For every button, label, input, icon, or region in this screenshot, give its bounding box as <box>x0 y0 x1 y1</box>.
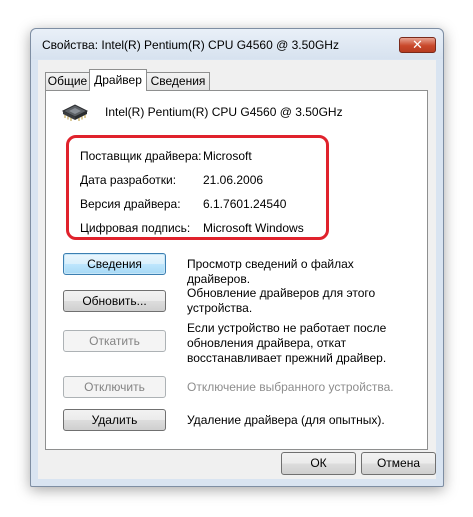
cpu-chip-icon <box>61 104 89 121</box>
close-button[interactable]: ✕ <box>399 37 436 53</box>
title-bar[interactable]: Свойства: Intel(R) Pentium(R) CPU G4560 … <box>31 29 443 59</box>
update-driver-button[interactable]: Обновить... <box>63 290 166 312</box>
properties-dialog: Свойства: Intel(R) Pentium(R) CPU G4560 … <box>30 28 444 487</box>
device-name: Intel(R) Pentium(R) CPU G4560 @ 3.50GHz <box>105 105 343 119</box>
driver-tab-panel: Intel(R) Pentium(R) CPU G4560 @ 3.50GHz … <box>45 90 428 450</box>
window-title: Свойства: Intel(R) Pentium(R) CPU G4560 … <box>42 38 339 52</box>
tab-driver[interactable]: Драйвер <box>89 69 147 91</box>
ok-button[interactable]: ОК <box>281 452 356 475</box>
uninstall-description: Удаление драйвера (для опытных). <box>187 413 385 427</box>
highlight-annotation <box>66 135 329 240</box>
disable-description: Отключение выбранного устройства. <box>187 380 394 394</box>
disable-button[interactable]: Отключить <box>63 376 166 398</box>
uninstall-button[interactable]: Удалить <box>63 409 166 431</box>
tab-details[interactable]: Сведения <box>146 72 210 90</box>
details-button[interactable]: Сведения <box>63 253 166 275</box>
rollback-button[interactable]: Откатить <box>63 330 166 352</box>
dialog-client-area: Общие Драйвер Сведения Intel(R) Pentium(… <box>38 60 436 479</box>
cancel-button[interactable]: Отмена <box>361 452 436 475</box>
details-description: Просмотр сведений о файлах драйверов. <box>187 257 354 286</box>
close-icon: ✕ <box>412 38 423 53</box>
rollback-description: Если устройство не работает после обновл… <box>187 321 387 365</box>
tab-general[interactable]: Общие <box>45 72 90 90</box>
update-description: Обновление драйверов для этого устройств… <box>187 286 376 315</box>
